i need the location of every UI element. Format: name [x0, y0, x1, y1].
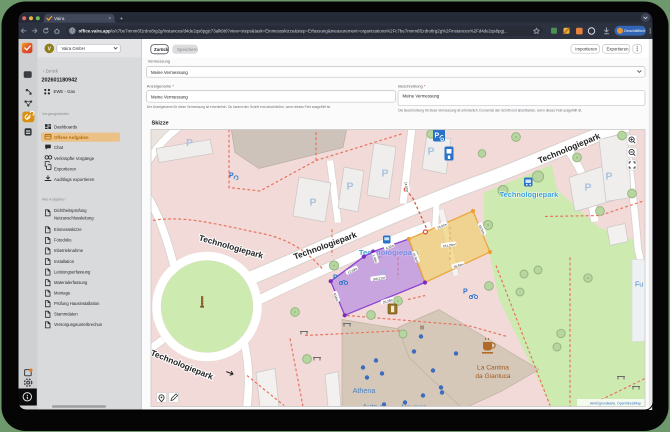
svg-text:Leistungserfassung: Leistungserfassung [54, 269, 91, 274]
svg-text:Technologiepark: Technologiepark [500, 190, 559, 199]
svg-text:Skizze: Skizze [152, 120, 169, 126]
svg-text:Verknüpfte Vorgänge: Verknüpfte Vorgänge [54, 156, 95, 161]
svg-text:P: P [346, 181, 353, 193]
svg-text:Exportieren: Exportieren [607, 47, 630, 52]
svg-text:P: P [584, 182, 591, 194]
svg-text:Die Beschreibung für diese Ver: Die Beschreibung für diese Vermessung is… [398, 109, 582, 113]
svg-text:‹ Zurück: ‹ Zurück [43, 69, 59, 74]
svg-text:Fu: Fu [635, 282, 643, 289]
svg-text:Offene Aufgaben: Offene Aufgaben [54, 135, 89, 140]
svg-text:Montage: Montage [54, 290, 71, 295]
svg-text:Meine Vermessung: Meine Vermessung [151, 70, 188, 75]
svg-text:P: P [333, 275, 338, 282]
svg-text:×: × [108, 16, 111, 22]
svg-text:Athena: Athena [353, 386, 376, 395]
svg-text:P: P [309, 197, 316, 209]
svg-text:Einmessskizze: Einmessskizze [54, 227, 82, 232]
svg-text:Anzeigename *: Anzeigename * [147, 84, 175, 89]
svg-text:EWE - Gas: EWE - Gas [54, 89, 76, 94]
svg-text:202601180942: 202601180942 [42, 77, 78, 83]
svg-text:Fotodoku: Fotodoku [54, 238, 72, 243]
svg-text:Vaira GmbH: Vaira GmbH [62, 46, 85, 51]
svg-text:Beschreibung *: Beschreibung * [398, 84, 426, 89]
svg-text:P: P [229, 173, 234, 180]
svg-text:P: P [186, 137, 193, 149]
svg-text:Alle Aufgaben: Alle Aufgaben [42, 197, 65, 201]
svg-text:La Cantina: La Cantina [477, 365, 509, 372]
svg-text:Speichern: Speichern [177, 47, 198, 52]
svg-text:Vorgangsdetails: Vorgangsdetails [42, 112, 69, 116]
svg-text:Prüfung Hausinstallation: Prüfung Hausinstallation [54, 301, 100, 306]
svg-text:Geschäftlich: Geschäftlich [624, 29, 645, 33]
svg-text:Dichtheitsprüfung: Dichtheitsprüfung [54, 208, 87, 213]
svg-text:da Gianluca: da Gianluca [475, 373, 511, 380]
svg-text:P: P [435, 133, 440, 140]
svg-text:Meine Vermessung: Meine Vermessung [151, 94, 188, 99]
svg-text:Vermessung: Vermessung [148, 58, 170, 63]
svg-text:Stammdaten: Stammdaten [54, 312, 78, 317]
svg-text:Materialerfassung: Materialerfassung [54, 280, 88, 285]
svg-text:Hintergrundkarte, OpenStreetMa: Hintergrundkarte, OpenStreetMap [590, 401, 641, 405]
svg-text:P: P [605, 171, 612, 183]
svg-text:Meine Vermessung: Meine Vermessung [403, 93, 440, 98]
svg-text:Netzanschlussleitung: Netzanschlussleitung [54, 216, 94, 221]
svg-text:Versorgungsunterbrechun: Versorgungsunterbrechun [54, 322, 103, 327]
svg-text:Chat: Chat [54, 145, 64, 150]
svg-text:P: P [463, 289, 468, 296]
svg-text:P: P [427, 146, 434, 158]
svg-text:P: P [381, 168, 388, 180]
svg-text:Dashboards: Dashboards [54, 125, 77, 130]
svg-text:Importieren: Importieren [575, 47, 597, 52]
svg-text:Auditlogs exportieren: Auditlogs exportieren [54, 177, 95, 182]
svg-text:Installation: Installation [54, 259, 75, 264]
svg-text:office.vaira.app/o/c7be7mnm6f1: office.vaira.app/o/c7be7mnm6f1rdro8rg2g/… [79, 29, 508, 34]
svg-text:Exportieren: Exportieren [54, 166, 77, 171]
svg-text:Zurück: Zurück [154, 47, 169, 52]
svg-text:+: + [120, 15, 124, 22]
svg-text:Der Anzeigename für diese Verm: Der Anzeigename für diese Vermessung ist… [147, 105, 331, 109]
svg-text:Inbetriebnahme: Inbetriebnahme [54, 248, 84, 253]
svg-text:Vaira: Vaira [54, 16, 65, 21]
